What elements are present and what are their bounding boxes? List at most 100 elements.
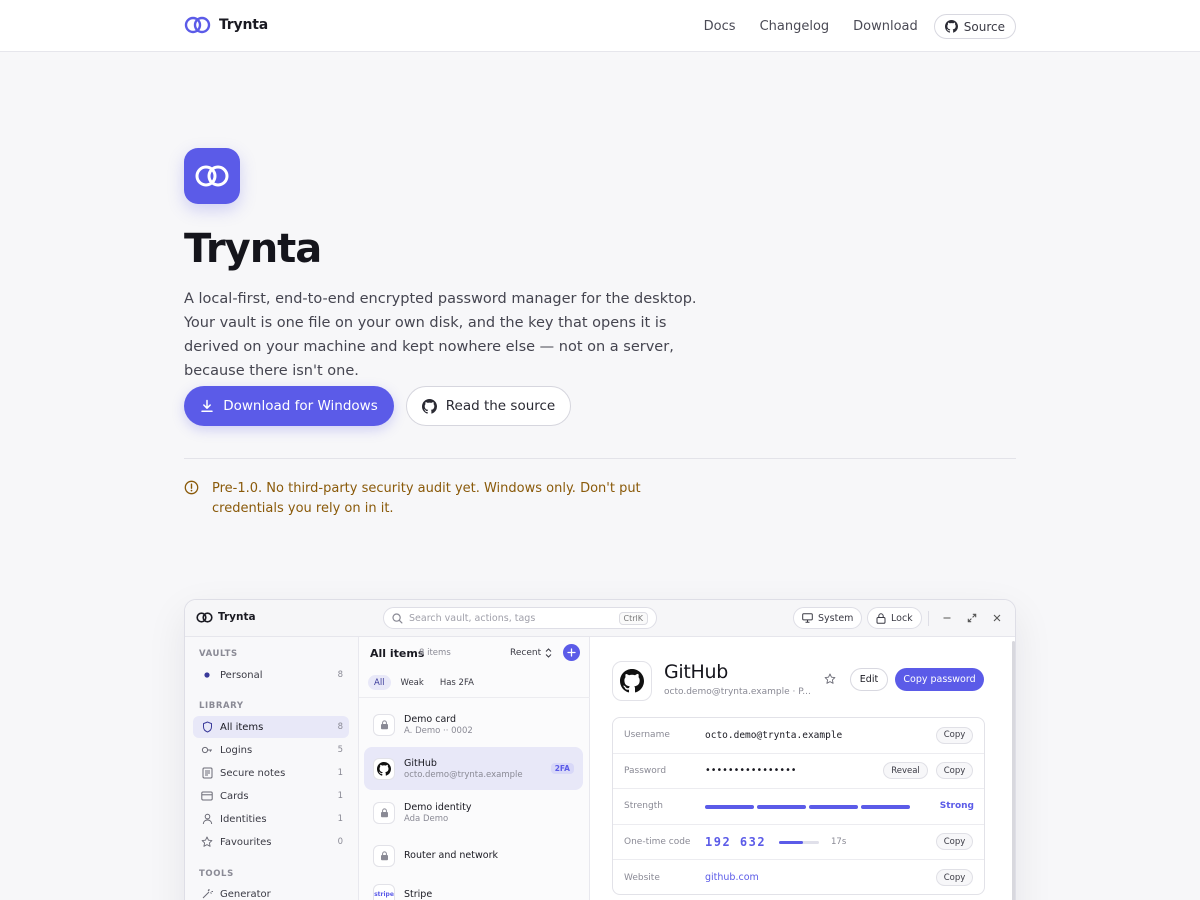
nav-link-docs[interactable]: Docs: [704, 15, 736, 39]
sidebar-item-label: Logins: [220, 744, 253, 756]
lock-icon: [373, 844, 395, 867]
copy-username-button[interactable]: Copy: [936, 726, 973, 744]
strength-segment: [757, 805, 806, 809]
list-title: All items: [370, 647, 425, 660]
filter-weak[interactable]: Weak: [395, 675, 430, 690]
list-item[interactable]: Demo card A. Demo ·· 0002: [364, 703, 583, 746]
edit-button[interactable]: Edit: [850, 668, 888, 691]
field-otp: One-time code 192 632 17s Copy: [613, 825, 984, 860]
lock-button[interactable]: Lock: [867, 607, 922, 629]
otp-timer-bar: [779, 840, 819, 844]
filter-has-2fa[interactable]: Has 2FA: [434, 675, 480, 690]
sidebar-item-identities[interactable]: Identities 1: [193, 808, 349, 830]
strength-meter: [705, 805, 910, 809]
sidebar-item-generator[interactable]: Generator: [193, 883, 349, 900]
sidebar-item-label: Personal: [220, 669, 263, 681]
brand-name: Trynta: [219, 17, 268, 33]
list-item-selected[interactable]: GitHub octo.demo@trynta.example 2FA: [364, 747, 583, 790]
detail-subtitle: octo.demo@trynta.example · P...: [664, 687, 811, 697]
github-icon: [421, 398, 437, 414]
sidebar-heading-vaults: VAULTS: [199, 649, 238, 659]
strength-segment: [705, 805, 754, 809]
copy-password-button[interactable]: Copy password: [895, 668, 984, 691]
strength-segment: [809, 805, 858, 809]
sidebar-item-count: 1: [337, 768, 343, 778]
sidebar-item-logins[interactable]: Logins 5: [193, 739, 349, 761]
sidebar-heading-tools: TOOLS: [199, 869, 234, 879]
key-icon: [201, 744, 213, 756]
sidebar-item-count: 8: [337, 722, 343, 732]
credential-fields: Username octo.demo@trynta.example Copy P…: [612, 717, 985, 895]
field-strength: Strength Strong: [613, 789, 984, 825]
field-password: Password •••••••••••••••• Reveal Copy: [613, 754, 984, 789]
sidebar-item-personal[interactable]: Personal 8: [193, 664, 349, 686]
filter-all[interactable]: All: [368, 675, 391, 690]
strength-value: Strong: [939, 801, 974, 812]
copy-password-field-button[interactable]: Copy: [936, 762, 973, 780]
close-icon[interactable]: [991, 612, 1003, 624]
rings-logo-icon: [196, 611, 213, 623]
list-count: 8 items: [419, 648, 451, 658]
titlebar-separator: [928, 611, 929, 626]
download-windows-label: Download for Windows: [223, 398, 378, 414]
list-item-title: Stripe: [404, 889, 433, 900]
theme-button[interactable]: System: [793, 607, 863, 629]
sidebar-item-cards[interactable]: Cards 1: [193, 785, 349, 807]
list-item[interactable]: stripe Stripe: [364, 873, 583, 900]
sidebar-item-label: Favourites: [220, 836, 272, 848]
copy-website-button[interactable]: Copy: [936, 869, 973, 887]
sidebar-item-all-items[interactable]: All items 8: [193, 716, 349, 738]
maximize-icon[interactable]: [966, 612, 978, 624]
nav-link-changelog[interactable]: Changelog: [760, 15, 830, 39]
generator-icon: [201, 888, 213, 900]
sidebar-item-label: Secure notes: [220, 767, 286, 779]
vault-search-input[interactable]: Search vault, actions, tags CtrlK: [383, 607, 657, 629]
read-source-label: Read the source: [445, 398, 556, 414]
github-icon: [944, 20, 958, 33]
favourite-star-icon[interactable]: [824, 673, 836, 685]
otp-seconds: 17s: [831, 836, 847, 847]
field-label: Website: [624, 872, 660, 883]
copy-otp-button[interactable]: Copy: [936, 833, 973, 851]
sidebar-item-favourites[interactable]: Favourites 0: [193, 831, 349, 853]
nav-link-download[interactable]: Download: [853, 15, 918, 39]
sidebar-item-count: 1: [337, 791, 343, 801]
download-windows-button[interactable]: Download for Windows: [184, 386, 394, 426]
search-shortcut-hint: CtrlK: [618, 611, 648, 625]
password-value[interactable]: ••••••••••••••••: [705, 765, 797, 776]
scrollbar[interactable]: [1012, 641, 1015, 900]
brand[interactable]: Trynta: [184, 16, 268, 34]
sidebar-heading-library: LIBRARY: [199, 701, 244, 711]
read-source-button[interactable]: Read the source: [406, 386, 571, 426]
shield-icon: [201, 721, 213, 733]
minimize-icon[interactable]: [941, 612, 953, 624]
item-list-pane: All items 8 items Recent All Weak Has 2F…: [359, 637, 590, 900]
list-item-subtitle: octo.demo@trynta.example: [404, 769, 523, 780]
sort-dropdown[interactable]: Recent: [510, 648, 552, 658]
download-icon: [200, 399, 214, 413]
vault-dot-icon: [201, 669, 213, 681]
monitor-icon: [802, 613, 813, 623]
search-icon: [392, 612, 403, 624]
star-icon: [201, 836, 213, 848]
hero-description: A local-first, end-to-end encrypted pass…: [184, 291, 697, 379]
reveal-password-button[interactable]: Reveal: [883, 762, 928, 780]
source-button[interactable]: Source: [933, 14, 1016, 39]
app-titlebar: Trynta Search vault, actions, tags CtrlK…: [185, 600, 1015, 637]
field-label: Password: [624, 765, 667, 776]
field-label: Username: [624, 730, 670, 741]
sidebar-item-count: 1: [337, 814, 343, 824]
username-value[interactable]: octo.demo@trynta.example: [705, 730, 842, 741]
sidebar-item-secure-notes[interactable]: Secure notes 1: [193, 762, 349, 784]
app-brand: Trynta: [196, 611, 256, 623]
otp-code[interactable]: 192 632: [705, 835, 766, 849]
detail-title: GitHub: [664, 661, 729, 683]
search-placeholder: Search vault, actions, tags: [409, 612, 536, 624]
add-item-button[interactable]: [563, 644, 580, 661]
field-username: Username octo.demo@trynta.example Copy: [613, 718, 984, 754]
website-link[interactable]: github.com: [705, 872, 759, 883]
sidebar-item-count: 0: [337, 837, 343, 847]
list-item-title: Demo identity: [404, 801, 472, 813]
list-item[interactable]: Router and network: [364, 834, 583, 877]
list-item[interactable]: Demo identity Ada Demo: [364, 791, 583, 834]
